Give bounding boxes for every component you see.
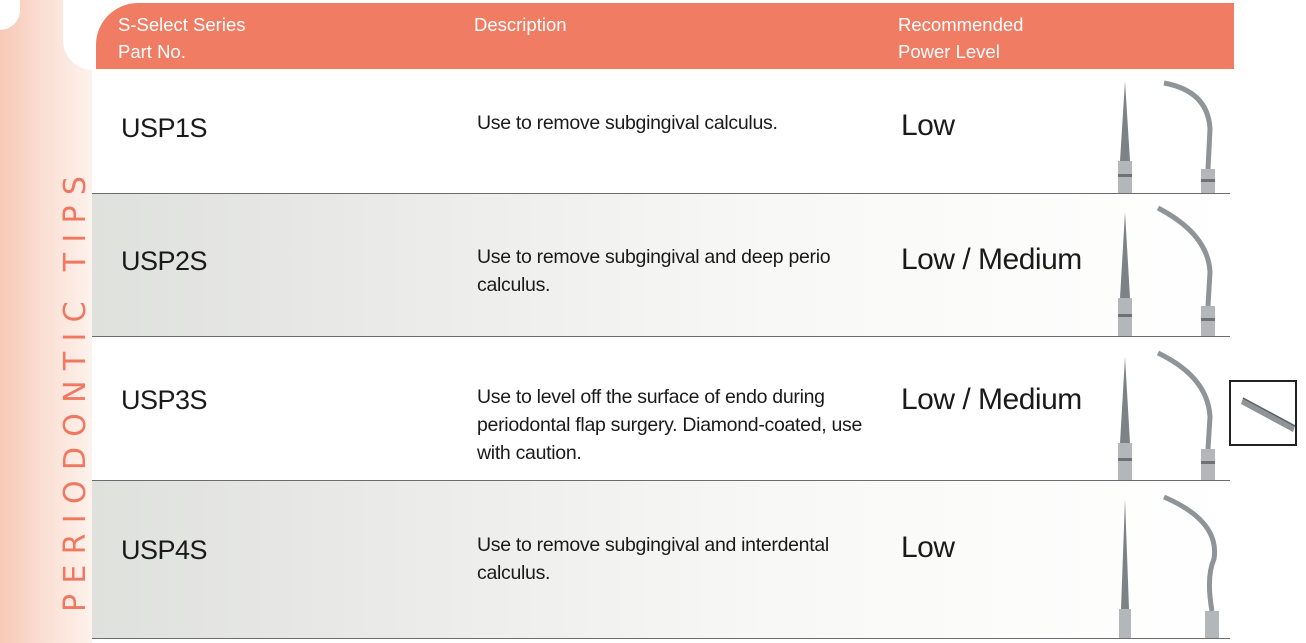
dental-tip-curved-icon	[1163, 494, 1219, 639]
power-level: Low	[901, 109, 955, 142]
power-level: Low / Medium	[901, 243, 1082, 276]
table-header: S-Select Series Part No. Description Rec…	[96, 3, 1234, 69]
tip-description: Use to remove subgingival calculus.	[477, 112, 778, 134]
dental-tip-straight-icon	[1118, 357, 1132, 481]
header-power-level: Recommended Power Level	[898, 14, 1024, 62]
header-part-no: S-Select Series Part No.	[118, 14, 246, 62]
tip-description: Use to remove subgingival and deep perio…	[477, 246, 831, 296]
part-number: USP4S	[121, 535, 208, 565]
diamond-coated-detail-icon	[1229, 380, 1297, 446]
part-number: USP3S	[121, 385, 208, 415]
dental-tip-straight-icon	[1118, 212, 1132, 337]
tip-images	[1119, 494, 1219, 639]
tip-images	[1118, 350, 1215, 481]
table-row: USP1S Use to remove subgingival calculus…	[92, 69, 1230, 194]
part-number: USP2S	[121, 246, 208, 276]
side-section-title: PERIODONTIC TIPS	[58, 165, 93, 612]
table-row: USP3S Use to level off the surface of en…	[92, 337, 1230, 481]
table-row: USP2S Use to remove subgingival and deep…	[92, 194, 1230, 337]
power-level: Low	[901, 531, 955, 564]
tip-description: Use to level off the surface of endo dur…	[477, 386, 863, 464]
dental-tip-straight-icon	[1118, 81, 1132, 194]
power-level: Low / Medium	[901, 383, 1082, 416]
tip-images	[1118, 205, 1215, 337]
dental-tip-straight-icon	[1119, 499, 1131, 639]
dental-tip-curved-icon	[1156, 350, 1215, 481]
tip-description: Use to remove subgingival and interdenta…	[477, 534, 829, 584]
part-number: USP1S	[121, 113, 208, 143]
table-row: USP4S Use to remove subgingival and inte…	[92, 481, 1230, 639]
dental-tip-curved-icon	[1156, 205, 1215, 337]
header-description: Description	[474, 14, 567, 35]
tip-images	[1118, 80, 1215, 194]
dental-tip-curved-icon	[1163, 80, 1215, 194]
